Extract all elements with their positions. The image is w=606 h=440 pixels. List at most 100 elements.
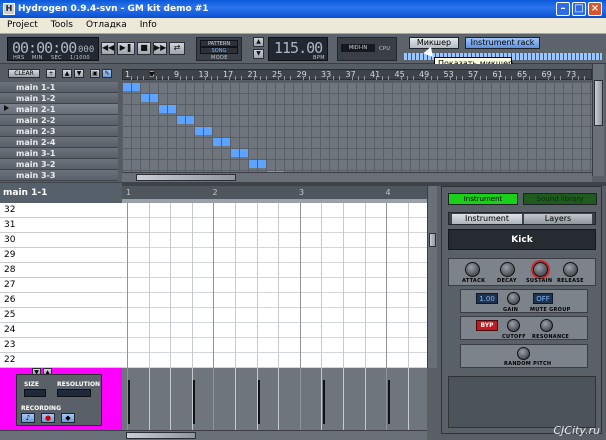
hydrogen-icon[interactable]: H (3, 3, 15, 15)
song-cell[interactable] (123, 83, 131, 91)
pattern-list-item[interactable]: main 2-3 (0, 126, 118, 137)
song-cell[interactable] (240, 149, 248, 157)
record-button[interactable]: ● (41, 413, 55, 423)
song-vertical-scrollbar[interactable] (592, 64, 604, 176)
song-cell[interactable] (177, 116, 185, 124)
mute-group-value[interactable]: OFF (533, 293, 553, 304)
gain-knob[interactable] (507, 292, 520, 305)
attack-knob[interactable] (465, 262, 480, 277)
pattern-horizontal-scrollbar[interactable] (0, 430, 427, 440)
sustain-knob[interactable] (533, 262, 548, 277)
tab-sound-library[interactable]: Sound library (523, 193, 597, 205)
velocity-bar[interactable] (323, 380, 325, 424)
move-down-button[interactable]: ▼ (74, 69, 84, 78)
song-cell[interactable] (159, 105, 167, 113)
piano-roll-grid[interactable] (122, 203, 427, 368)
velocity-bar[interactable] (258, 380, 260, 424)
menu-debug[interactable]: Отладка (79, 18, 133, 33)
song-cell[interactable] (132, 83, 140, 91)
menu-tools[interactable]: Tools (44, 18, 79, 33)
menu-info[interactable]: Info (133, 18, 163, 33)
song-cell[interactable] (249, 160, 257, 168)
note-labels: 32 31 30 29 28 27 26 25 24 23 22 (0, 203, 122, 368)
subtab-layers[interactable]: Layers (524, 214, 592, 224)
resolution-dropdown[interactable] (57, 389, 91, 397)
close-button[interactable]: × (588, 2, 602, 16)
song-ruler-tick (578, 76, 580, 80)
random-pitch-knob[interactable] (517, 347, 530, 360)
pattern-vertical-scrollbar[interactable] (427, 186, 437, 368)
hear-notes-button[interactable]: ♪ (21, 413, 35, 423)
song-cell[interactable] (168, 105, 176, 113)
song-cell[interactable] (141, 94, 149, 102)
song-ruler-tick (584, 76, 586, 80)
add-pattern-button[interactable]: + (46, 69, 56, 78)
pattern-list-item[interactable]: main 3-1 (0, 148, 118, 159)
pattern-hscroll-thumb[interactable] (126, 432, 196, 439)
pattern-list-item[interactable]: main 2-4 (0, 137, 118, 148)
select-mode-button[interactable]: ▣ (90, 69, 100, 78)
maximize-button[interactable]: □ (572, 2, 586, 16)
song-mode-button[interactable]: SONG (200, 47, 238, 54)
minimize-button[interactable]: – (556, 2, 570, 16)
decay-knob[interactable] (500, 262, 515, 277)
grid-column-line (148, 203, 150, 368)
draw-mode-button[interactable]: ✎ (102, 69, 112, 78)
velocity-bar[interactable] (388, 380, 390, 424)
pattern-list-item[interactable]: main 1-1 (0, 82, 118, 93)
pattern-list-item[interactable]: main 1-2 (0, 93, 118, 104)
song-horizontal-scrollbar[interactable] (122, 172, 592, 182)
pattern-mode-button[interactable]: PATTERN (200, 40, 238, 47)
fast-forward-button[interactable]: ▶▶ (153, 42, 167, 55)
song-grid[interactable] (122, 82, 592, 172)
song-cell[interactable] (222, 138, 230, 146)
song-ruler[interactable]: 1 5 9 13 17 21 25 29 33 37 41 45 49 53 57 61 65 69 73 (122, 69, 592, 80)
release-knob[interactable] (563, 262, 578, 277)
song-ruler-tick (357, 76, 359, 80)
song-ruler-tick (461, 76, 463, 80)
grid-row-line (122, 292, 427, 293)
cutoff-knob[interactable] (507, 319, 520, 332)
song-ruler-tick (131, 76, 133, 80)
song-cell[interactable] (195, 127, 203, 135)
stop-button[interactable]: ■ (137, 42, 151, 55)
velocity-grid-line (364, 368, 366, 430)
mixer-button[interactable]: Микшер (409, 37, 459, 49)
song-cell[interactable] (258, 160, 266, 168)
clear-button[interactable]: CLEAR (8, 69, 40, 78)
pattern-list-item[interactable]: main 2-1 (0, 104, 118, 115)
song-scroll-thumb[interactable] (594, 80, 603, 126)
subtab-instrument[interactable]: Instrument (452, 214, 522, 224)
song-ruler-number: 29 (296, 70, 307, 79)
song-cell[interactable] (204, 127, 212, 135)
instrument-name[interactable]: Kick (448, 229, 596, 250)
filter-bypass-button[interactable]: BYP (476, 320, 498, 331)
quantize-button[interactable]: ◆ (61, 413, 75, 423)
song-hscroll-thumb[interactable] (136, 174, 236, 181)
pattern-list-item[interactable]: main 3-3 (0, 170, 118, 181)
size-spinner[interactable] (24, 389, 46, 397)
rewind-button[interactable]: ◀◀ (101, 42, 115, 55)
bpm-up-button[interactable]: ▲ (253, 37, 264, 47)
velocity-editor[interactable] (122, 368, 427, 430)
song-cell[interactable] (231, 149, 239, 157)
song-cell[interactable] (213, 138, 221, 146)
bpm-down-button[interactable]: ▼ (253, 49, 264, 59)
pattern-scroll-thumb[interactable] (429, 233, 436, 247)
note-label: 30 (0, 233, 122, 248)
play-pause-button[interactable]: ▶❚ (117, 42, 135, 55)
velocity-bar[interactable] (193, 380, 195, 424)
loop-button[interactable]: ⇄ (169, 42, 185, 55)
song-cell[interactable] (186, 116, 194, 124)
velocity-bar[interactable] (128, 380, 130, 424)
song-cell[interactable] (150, 94, 158, 102)
tab-instrument[interactable]: Instrument (448, 193, 518, 205)
menu-project[interactable]: Project (0, 18, 44, 33)
pattern-list-item[interactable]: main 2-2 (0, 115, 118, 126)
pattern-list-item[interactable]: main 3-2 (0, 159, 118, 170)
instrument-rack-button[interactable]: Instrument rack (465, 37, 540, 49)
move-up-button[interactable]: ▲ (62, 69, 72, 78)
song-ruler-tick (278, 76, 280, 80)
resonance-knob[interactable] (540, 319, 553, 332)
pattern-ruler[interactable]: 1 2 3 4 (122, 186, 427, 199)
